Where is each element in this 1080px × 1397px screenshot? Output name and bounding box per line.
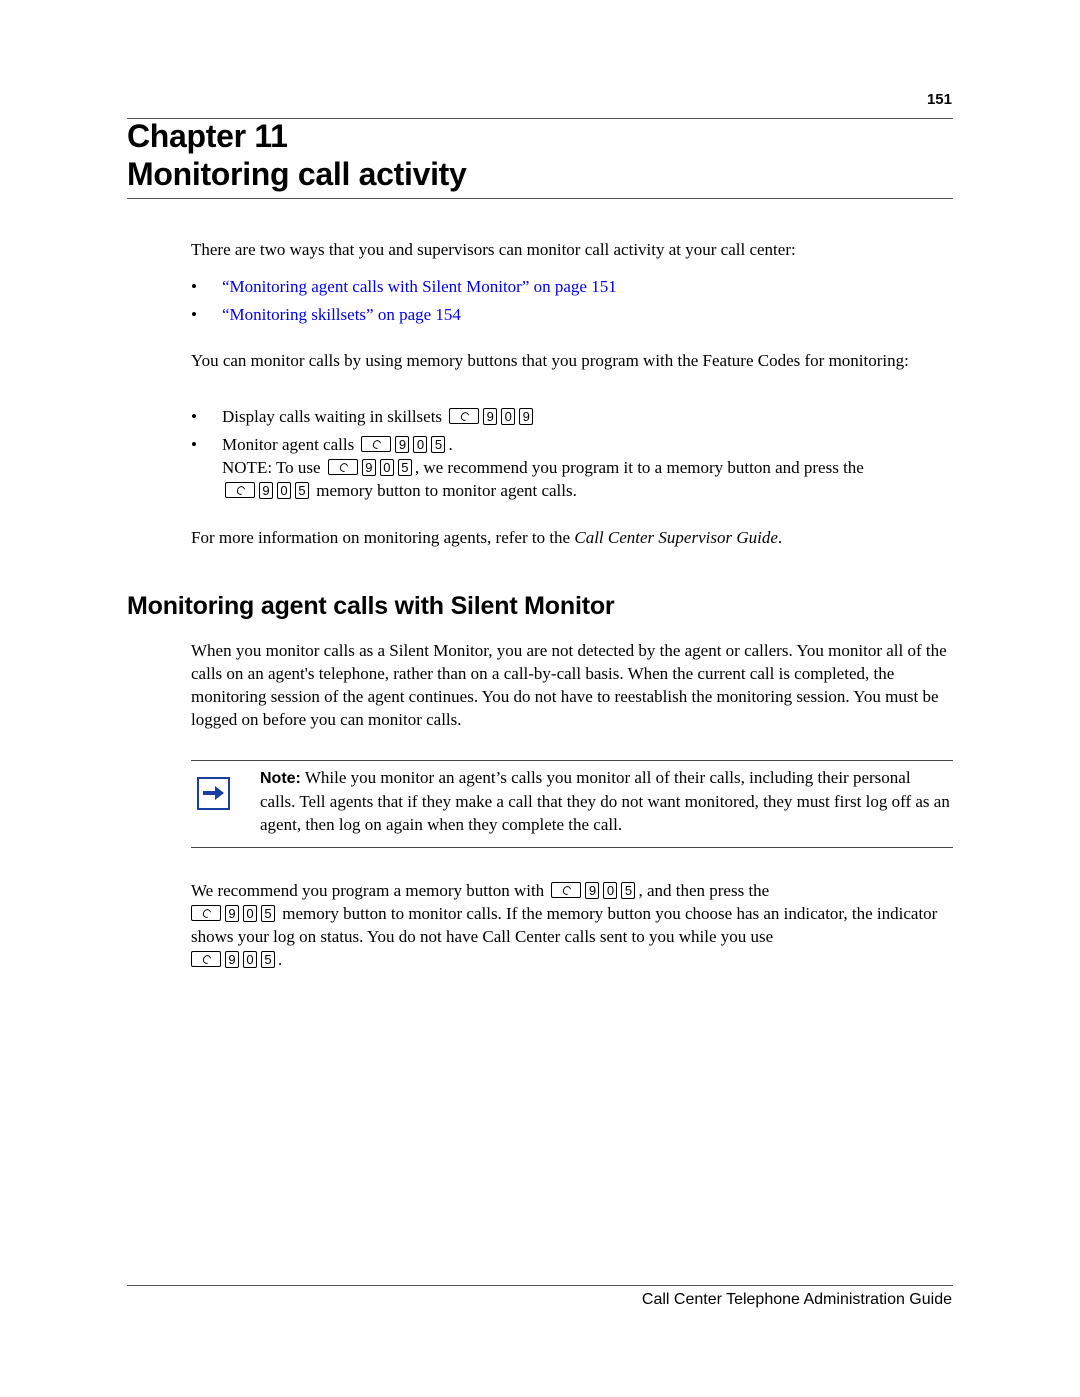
note-label: Note: xyxy=(260,770,301,787)
feature-key-icon xyxy=(225,482,255,498)
recommend-text: memory button to monitor calls. If the m… xyxy=(191,904,938,946)
bullet: • xyxy=(191,407,197,426)
digit-key: 5 xyxy=(397,458,412,476)
feature-key-icon xyxy=(191,905,221,921)
note-middle: , we recommend you program it to a memor… xyxy=(414,458,864,477)
punctuation: . xyxy=(777,528,783,547)
bullet: • xyxy=(191,305,197,324)
digit-key: 5 xyxy=(621,881,636,899)
bullet: • xyxy=(191,277,197,296)
digit-key: 9 xyxy=(225,904,239,922)
digit-key: 0 xyxy=(243,904,257,922)
feature-code-909: 9 0 9 xyxy=(449,407,534,425)
punctuation: . xyxy=(448,435,453,454)
note-body: While you monitor an agent’s calls you m… xyxy=(260,768,950,834)
intro-paragraph: There are two ways that you and supervis… xyxy=(191,240,796,259)
feature-code-905: 9 0 5 xyxy=(327,458,412,476)
feature-code-list: • Display calls waiting in skillsets 9 0… xyxy=(191,405,953,502)
note-box: Note: While you monitor an agent’s calls… xyxy=(191,760,953,848)
link-list: • “Monitoring agent calls with Silent Mo… xyxy=(191,275,953,331)
arrow-right-icon xyxy=(197,777,230,810)
silent-monitor-paragraph: When you monitor calls as a Silent Monit… xyxy=(191,641,947,729)
recommend-paragraph: We recommend you program a memory button… xyxy=(191,879,953,971)
list-item: • “Monitoring agent calls with Silent Mo… xyxy=(191,275,953,303)
digit-key: 9 xyxy=(225,950,239,968)
digit-key: 0 xyxy=(379,458,394,476)
digit-key: 0 xyxy=(501,407,516,425)
digit-key: 9 xyxy=(259,481,273,499)
digit-key: 0 xyxy=(413,435,428,453)
list-item: • “Monitoring skillsets” on page 154 xyxy=(191,303,953,331)
recommend-text: , and then press the xyxy=(638,881,770,900)
note-text: Note: While you monitor an agent’s calls… xyxy=(260,766,950,836)
guide-title: Call Center Supervisor Guide xyxy=(574,528,778,547)
memory-buttons-paragraph: You can monitor calls by using memory bu… xyxy=(191,351,909,370)
digit-key: 5 xyxy=(261,904,275,922)
digit-key: 5 xyxy=(295,481,309,499)
digit-key: 9 xyxy=(519,407,534,425)
digit-key: 5 xyxy=(431,435,446,453)
list-item-text: Monitor agent calls 9 0 5 . NOTE: To use… xyxy=(222,433,953,502)
item-label: Display calls waiting in skillsets xyxy=(222,407,443,426)
feature-code-905: 9 0 5 xyxy=(551,881,636,899)
chapter-title: Chapter 11 Monitoring call activity xyxy=(127,117,467,193)
digit-key: 5 xyxy=(261,950,275,968)
digit-key: 9 xyxy=(361,458,376,476)
digit-key: 9 xyxy=(585,881,600,899)
feature-code-905: 9 0 5 xyxy=(191,904,275,922)
item-label: Monitor agent calls xyxy=(222,435,355,454)
link-silent-monitor[interactable]: “Monitoring agent calls with Silent Moni… xyxy=(222,275,617,298)
digit-key: 9 xyxy=(483,407,498,425)
feature-code-905: 9 0 5 xyxy=(225,481,309,499)
feature-key-icon xyxy=(551,882,582,898)
list-item-text: Display calls waiting in skillsets 9 0 9 xyxy=(222,405,536,428)
footer-title: Call Center Telephone Administration Gui… xyxy=(641,1291,952,1308)
feature-code-905: 9 0 5 xyxy=(191,950,275,968)
bullet: • xyxy=(191,435,197,454)
digit-key: 0 xyxy=(603,881,618,899)
digit-key: 0 xyxy=(277,481,291,499)
section-heading: Monitoring agent calls with Silent Monit… xyxy=(127,592,615,620)
digit-key: 9 xyxy=(395,435,410,453)
page-number: 151 xyxy=(926,91,952,108)
more-info-paragraph: For more information on monitoring agent… xyxy=(191,526,953,549)
title-rule xyxy=(127,198,953,199)
footer-rule xyxy=(127,1285,953,1286)
feature-key-icon xyxy=(327,459,358,475)
punctuation: . xyxy=(278,950,283,969)
feature-key-icon xyxy=(191,951,221,967)
list-item: • Monitor agent calls 9 0 5 . NOTE: To u… xyxy=(191,433,953,502)
feature-key-icon xyxy=(361,436,392,452)
chapter-number: Chapter 11 xyxy=(127,118,288,154)
feature-key-icon xyxy=(449,408,480,424)
note-prefix: NOTE: To use xyxy=(222,458,321,477)
note-suffix: memory button to monitor agent calls. xyxy=(316,481,577,500)
recommend-text: We recommend you program a memory button… xyxy=(191,881,545,900)
feature-code-905: 9 0 5 xyxy=(361,435,446,453)
more-info-text: For more information on monitoring agent… xyxy=(191,528,575,547)
list-item: • Display calls waiting in skillsets 9 0… xyxy=(191,405,953,433)
chapter-name: Monitoring call activity xyxy=(127,156,467,192)
digit-key: 0 xyxy=(243,950,257,968)
link-monitoring-skillsets[interactable]: “Monitoring skillsets” on page 154 xyxy=(222,303,461,326)
